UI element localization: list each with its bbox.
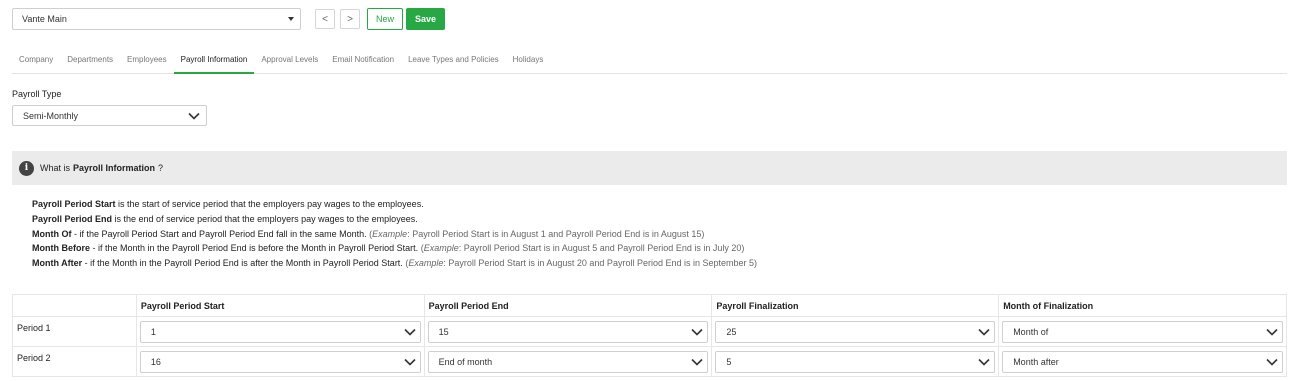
column-header-payroll-period-end: Payroll Period End [423, 294, 713, 317]
tab-employees[interactable]: Employees [120, 48, 174, 74]
info-line: Payroll Period Start is the start of ser… [32, 197, 757, 212]
month-of-finalization-select[interactable]: Month of [1002, 320, 1283, 343]
info-term: Payroll Period Start [32, 199, 116, 209]
column-header [12, 294, 137, 317]
info-example: (Example: Payroll Period Start is in Aug… [369, 228, 705, 239]
info-line: Month After - if the Month in the Payrol… [32, 256, 757, 271]
info-description: Payroll Period Start is the start of ser… [32, 197, 757, 271]
period-label: Period 2 [12, 346, 137, 377]
info-line: Month Of - if the Payroll Period Start a… [32, 227, 757, 242]
company-select-value: Vante Main [22, 14, 67, 24]
info-example-label: Example [408, 258, 444, 269]
select-value: 1 [150, 326, 156, 337]
new-button[interactable]: New [367, 8, 404, 30]
tab-bar: Company Departments Employees Payroll In… [12, 48, 1287, 74]
toolbar: Vante Main < > New Save [12, 8, 446, 30]
info-icon: i [19, 160, 34, 176]
info-example-text: : Payroll Period Start is in August 5 an… [458, 243, 745, 254]
select-value: End of month [438, 356, 493, 367]
finalization-select[interactable]: 25 [715, 320, 996, 343]
info-prefix: What is [40, 163, 71, 173]
period-start-select[interactable]: 16 [139, 350, 421, 373]
chevron-down-icon [691, 358, 703, 366]
payroll-period-table: Payroll Period Start Payroll Period End … [12, 294, 1287, 377]
chevron-down-icon [404, 328, 416, 336]
chevron-down-icon [1266, 328, 1278, 336]
month-of-finalization-select[interactable]: Month after [1002, 350, 1283, 373]
select-value: 5 [726, 356, 732, 367]
info-header: i What is Payroll Information ? [12, 151, 1287, 185]
select-value: Month after [1013, 356, 1059, 367]
info-title: Payroll Information [73, 163, 156, 173]
select-value: Month of [1013, 326, 1049, 337]
tab-leave-types-and-policies[interactable]: Leave Types and Policies [401, 48, 506, 74]
table-row: Period 2 16 End of month 5 Month after [12, 346, 1287, 377]
payroll-type-select[interactable]: Semi-Monthly [12, 105, 207, 126]
info-term: Month After [32, 258, 83, 269]
chevron-down-icon [978, 358, 990, 366]
info-text: - if the Month in the Payroll Period End… [82, 258, 403, 269]
tab-email-notification[interactable]: Email Notification [325, 48, 401, 74]
chevron-down-icon [1266, 358, 1278, 366]
chevron-down-icon [404, 358, 416, 366]
info-suffix: ? [158, 163, 164, 173]
table-row: Period 1 1 15 25 Month of [12, 316, 1287, 347]
info-line: Month Before - if the Month in the Payro… [32, 241, 757, 256]
caret-down-icon [288, 17, 294, 21]
next-button[interactable]: > [340, 9, 360, 29]
info-text: is the start of service period that the … [115, 199, 424, 209]
info-example-label: Example [423, 243, 459, 254]
info-line: Payroll Period End is the end of service… [32, 212, 757, 227]
period-start-select[interactable]: 1 [139, 320, 421, 343]
select-value: 15 [438, 326, 449, 337]
info-text: is the end of service period that the em… [112, 213, 418, 224]
tab-holidays[interactable]: Holidays [506, 48, 551, 74]
info-text: - if the Payroll Period Start and Payrol… [71, 228, 367, 239]
table-header-row: Payroll Period Start Payroll Period End … [12, 294, 1287, 317]
finalization-select[interactable]: 5 [715, 350, 996, 373]
info-example-label: Example [372, 228, 408, 239]
payroll-type-value: Semi-Monthly [23, 110, 79, 121]
info-term: Month Of [32, 228, 72, 239]
info-example: (Example: Payroll Period Start is in Aug… [405, 258, 758, 269]
chevron-down-icon [978, 328, 990, 336]
tab-approval-levels[interactable]: Approval Levels [254, 48, 325, 74]
info-example: (Example: Payroll Period Start is in Aug… [420, 243, 745, 254]
info-term: Payroll Period End [32, 213, 113, 224]
column-header-payroll-finalization: Payroll Finalization [711, 294, 1000, 317]
payroll-type-label: Payroll Type [12, 89, 62, 99]
period-label: Period 1 [12, 316, 137, 347]
column-header-payroll-period-start: Payroll Period Start [135, 294, 425, 317]
company-select[interactable]: Vante Main [12, 8, 301, 30]
column-header-month-of-finalization: Month of Finalization [998, 294, 1287, 317]
previous-button[interactable]: < [315, 9, 335, 29]
info-term: Month Before [32, 243, 90, 254]
period-end-select[interactable]: 15 [427, 320, 709, 343]
info-text: - if the Month in the Payroll Period End… [90, 243, 419, 254]
tab-payroll-information[interactable]: Payroll Information [173, 48, 255, 74]
info-example-text: : Payroll Period Start is in August 20 a… [443, 258, 758, 269]
chevron-down-icon [188, 112, 200, 120]
chevron-down-icon [691, 328, 703, 336]
select-value: 16 [150, 356, 161, 367]
save-button[interactable]: Save [406, 8, 446, 30]
select-value: 25 [726, 326, 737, 337]
period-end-select[interactable]: End of month [427, 350, 709, 373]
tab-departments[interactable]: Departments [60, 48, 120, 74]
info-example-text: : Payroll Period Start is in August 1 an… [407, 228, 705, 239]
tab-company[interactable]: Company [12, 48, 60, 74]
